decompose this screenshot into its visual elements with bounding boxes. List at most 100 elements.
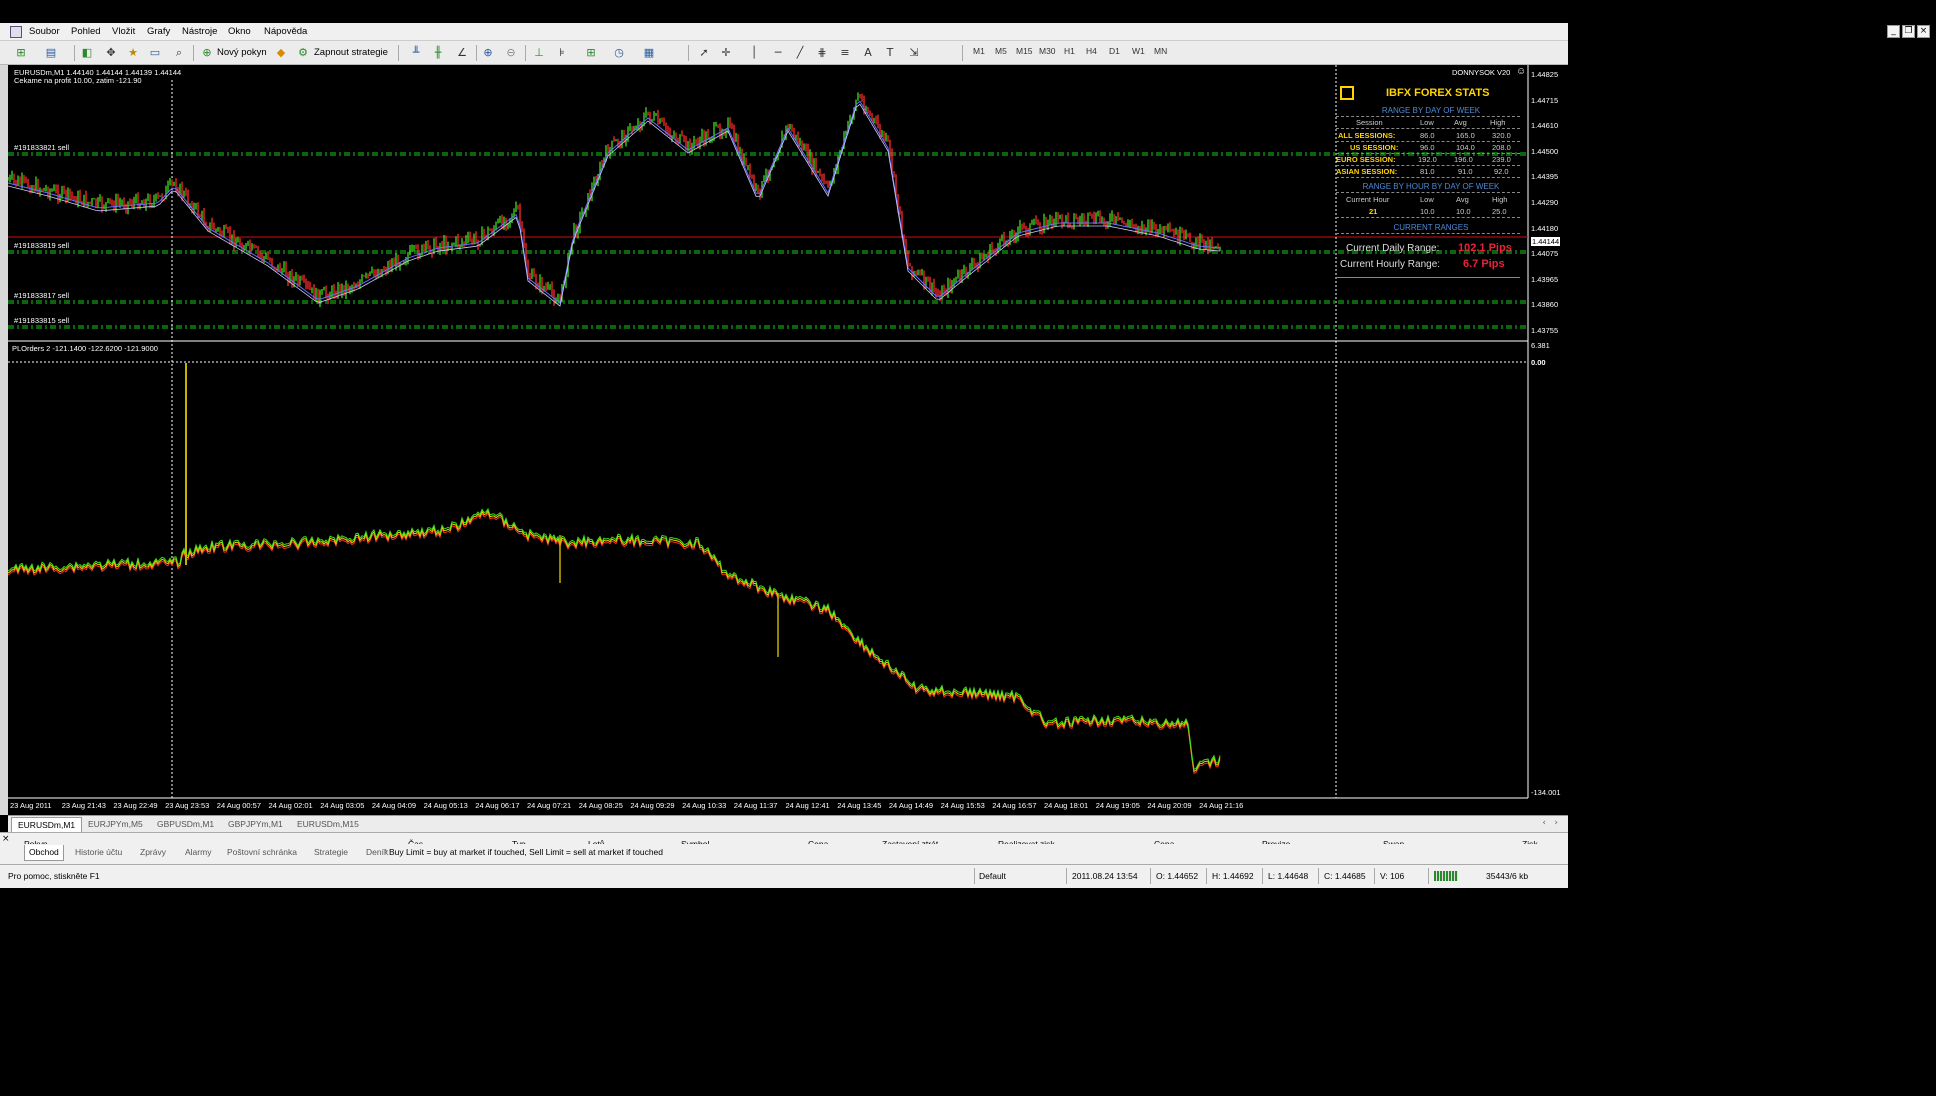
status-profile[interactable]: Default <box>979 870 1006 882</box>
market-watch-icon[interactable]: ◧ <box>80 46 94 60</box>
horizontal-line-icon[interactable]: ─ <box>771 46 785 60</box>
text-label-icon[interactable]: T <box>883 46 897 60</box>
status-bar: Pro pomoc, stiskněte F1 Default 2011.08.… <box>0 864 1568 888</box>
close-icon[interactable]: × <box>1917 25 1930 38</box>
strategy-button[interactable]: Zapnout strategie <box>314 45 388 61</box>
indicator-axis-zero: 0.00 <box>1531 358 1546 367</box>
indicators-icon[interactable]: ⊞ <box>584 46 598 60</box>
journal-message: Buy Limit = buy at market if touched, Se… <box>389 847 664 857</box>
col-header[interactable]: Provize <box>1262 838 1290 844</box>
terminal-tab[interactable]: Historie účtu <box>71 845 126 861</box>
strategy-icon[interactable]: ⚙ <box>296 46 310 60</box>
time-tick-label: 24 Aug 07:21 <box>527 801 572 810</box>
terminal-tab[interactable]: Zprávy <box>136 845 170 861</box>
tf-h4[interactable]: H4 <box>1086 46 1097 56</box>
menu-napoveda[interactable]: Nápověda <box>264 26 307 37</box>
col-header[interactable]: Zisk <box>1522 838 1538 844</box>
templates-icon[interactable]: ▦ <box>642 46 656 60</box>
new-chart-icon[interactable]: ⊞ <box>14 46 28 60</box>
indicator-axis-bottom: -134.001 <box>1531 788 1561 797</box>
terminal-tab[interactable]: Deník <box>362 845 392 861</box>
tf-mn[interactable]: MN <box>1154 46 1167 56</box>
menu-vlozit[interactable]: Vložit <box>112 26 135 37</box>
fibonacci-icon[interactable]: ≡ <box>838 46 852 60</box>
close-terminal-icon[interactable]: × <box>2 834 10 844</box>
zoom-in-icon[interactable]: ⊕ <box>481 46 495 60</box>
col-header[interactable]: Lotů <box>588 838 605 844</box>
col-header[interactable]: Symbol <box>681 838 709 844</box>
data-window-icon[interactable]: ✥ <box>104 46 118 60</box>
autoscroll-icon[interactable]: ⊥ <box>532 46 546 60</box>
menu-nastroje[interactable]: Nástroje <box>182 26 217 37</box>
tester-icon[interactable]: ⌕ <box>172 46 186 60</box>
price-tick-label: 1.44290 <box>1531 198 1559 207</box>
side-panel-strip[interactable] <box>0 65 8 815</box>
cursor-icon[interactable]: ➚ <box>697 46 711 60</box>
profiles-icon[interactable]: ▤ <box>44 46 58 60</box>
vertical-line-icon[interactable]: │ <box>747 46 761 60</box>
minimize-icon[interactable]: _ <box>1887 25 1900 38</box>
metaeditor-icon[interactable]: ◆ <box>274 46 288 60</box>
price-chart-canvas[interactable] <box>8 65 1568 815</box>
menu-pohled[interactable]: Pohled <box>71 26 101 37</box>
navigator-icon[interactable]: ★ <box>126 46 140 60</box>
col-header[interactable]: Zastavení ztrát <box>882 838 938 844</box>
price-tick-label: 1.43965 <box>1531 274 1559 284</box>
chart-window[interactable]: EURUSDm,M1 1.44140 1.44144 1.44139 1.441… <box>8 65 1568 815</box>
zoom-out-icon[interactable]: ⊖ <box>504 46 518 60</box>
time-tick-label: 24 Aug 00:57 <box>216 801 262 810</box>
menu-grafy[interactable]: Grafy <box>147 26 170 37</box>
col-header[interactable]: Cena <box>808 838 828 844</box>
text-icon[interactable]: A <box>861 46 875 60</box>
col-header[interactable]: Swap <box>1383 838 1404 844</box>
tf-h1[interactable]: H1 <box>1064 46 1075 56</box>
trendline-icon[interactable]: ╱ <box>793 46 807 60</box>
tf-m5[interactable]: M5 <box>995 46 1007 56</box>
time-tick-label: 24 Aug 08:25 <box>578 801 623 810</box>
chart-tab[interactable]: GBPUSDm,M1 <box>151 817 220 832</box>
line-chart-icon[interactable]: ∠ <box>455 46 469 60</box>
terminal-tab[interactable]: Strategie <box>310 845 352 861</box>
new-order-button[interactable]: Nový pokyn <box>217 45 267 61</box>
chart-tab[interactable]: GBPJPYm,M1 <box>222 817 289 832</box>
tab-scroll-right-icon[interactable]: › <box>1554 818 1558 828</box>
price-tick-label: 1.43755 <box>1531 326 1559 335</box>
terminal-tab[interactable]: Poštovní schránka <box>223 845 301 861</box>
time-tick-label: 24 Aug 12:41 <box>785 801 830 810</box>
new-order-icon[interactable]: ⊕ <box>200 46 214 60</box>
chart-tab[interactable]: EURUSDm,M15 <box>291 817 365 832</box>
tf-m30[interactable]: M30 <box>1039 46 1056 56</box>
menu-soubor[interactable]: Soubor <box>29 26 60 37</box>
indicator-header: PLOrders 2 -121.1400 -122.6200 -121.9000 <box>12 344 158 353</box>
terminal-tab[interactable]: Obchod <box>24 845 64 861</box>
arrows-icon[interactable]: ⇲ <box>907 46 921 60</box>
periods-icon[interactable]: ◷ <box>612 46 626 60</box>
tf-d1[interactable]: D1 <box>1109 46 1120 56</box>
restore-icon[interactable]: ❐ <box>1902 25 1915 38</box>
col-header[interactable]: Pokyn <box>24 838 48 844</box>
tab-scroll-left-icon[interactable]: ‹ <box>1542 818 1546 828</box>
menu-okno[interactable]: Okno <box>228 26 251 37</box>
indicator-line-green <box>8 507 1221 770</box>
tf-m15[interactable]: M15 <box>1016 46 1033 56</box>
chart-tab[interactable]: EURJPYm,M5 <box>82 817 149 832</box>
tf-m1[interactable]: M1 <box>973 46 985 56</box>
terminal-icon[interactable]: ▭ <box>148 46 162 60</box>
status-close: C: 1.44685 <box>1324 871 1366 881</box>
bar-chart-icon[interactable]: ╨ <box>409 46 423 60</box>
col-header[interactable]: Typ <box>512 838 526 844</box>
chart-tab[interactable]: EURUSDm,M1 <box>11 817 83 832</box>
col-header[interactable]: Čas <box>408 838 423 844</box>
col-header[interactable]: Cena <box>1154 838 1174 844</box>
time-tick-label: 24 Aug 18:01 <box>1044 801 1089 810</box>
range-hour-heading: RANGE BY HOUR BY DAY OF WEEK <box>1362 182 1500 191</box>
chart-shift-icon[interactable]: ⊧ <box>555 46 569 60</box>
time-tick-label: 23 Aug 23:53 <box>165 801 210 810</box>
col-header[interactable]: Realizovat zisk <box>998 838 1055 844</box>
candlestick-icon[interactable]: ╫ <box>431 46 445 60</box>
crosshair-icon[interactable]: ✛ <box>719 46 733 60</box>
order-label: #191833817 sell <box>14 291 70 300</box>
terminal-tab[interactable]: Alarmy <box>181 845 215 861</box>
tf-w1[interactable]: W1 <box>1132 46 1145 56</box>
channel-icon[interactable]: ⋕ <box>815 46 829 60</box>
